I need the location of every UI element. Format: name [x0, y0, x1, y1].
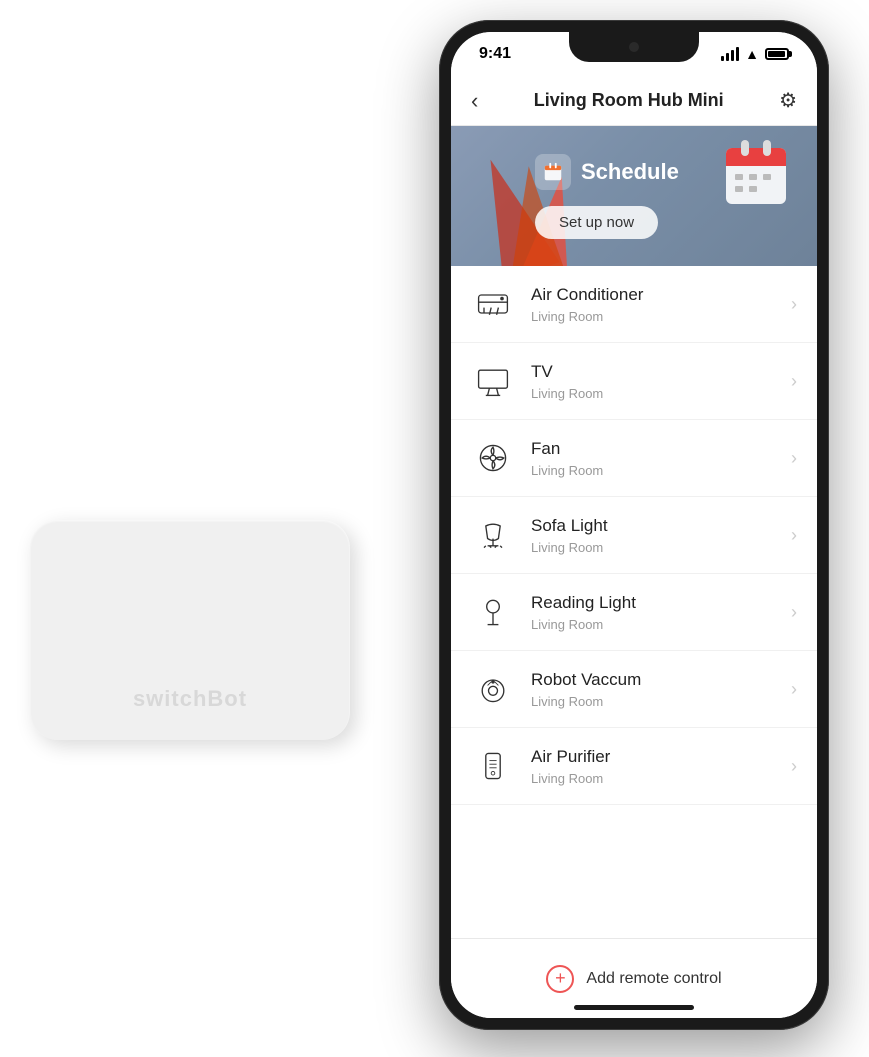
settings-button[interactable]: ⚙ — [779, 88, 797, 113]
device-list: Air Conditioner Living Room › — [451, 266, 817, 938]
device-name: Reading Light — [531, 592, 775, 614]
hub-device: switchBot — [30, 520, 350, 740]
device-info: Robot Vaccum Living Room — [531, 669, 775, 708]
ac-icon — [475, 286, 511, 322]
device-room: Living Room — [531, 617, 775, 632]
robot-icon-wrap — [471, 667, 515, 711]
fan-icon-wrap — [471, 436, 515, 480]
setup-now-button[interactable]: Set up now — [535, 206, 658, 239]
signal-icon — [721, 47, 739, 61]
calendar-decoration — [721, 136, 801, 216]
status-time: 9:41 — [479, 45, 511, 63]
device-name: Robot Vaccum — [531, 669, 775, 691]
device-name: Fan — [531, 438, 775, 460]
device-name: TV — [531, 361, 775, 383]
device-room: Living Room — [531, 386, 775, 401]
back-button[interactable]: ‹ — [471, 88, 478, 114]
ac-icon-wrap — [471, 282, 515, 326]
tv-icon-wrap — [471, 359, 515, 403]
calendar-small-icon — [542, 161, 564, 183]
sofalight-icon-wrap — [471, 513, 515, 557]
status-icons: ▲ — [721, 46, 789, 62]
sofa-light-icon — [475, 517, 511, 553]
calendar-decoration-icon — [721, 136, 801, 216]
schedule-banner: Schedule Set up now — [451, 126, 817, 266]
notch — [569, 32, 699, 62]
list-item[interactable]: Air Conditioner Living Room › — [451, 266, 817, 343]
device-room: Living Room — [531, 771, 775, 786]
battery-fill — [768, 51, 785, 57]
scene: switchBot 9:41 ▲ — [0, 0, 869, 1057]
chevron-icon: › — [791, 756, 797, 777]
device-info: Air Conditioner Living Room — [531, 284, 775, 323]
page-title: Living Room Hub Mini — [534, 90, 724, 111]
list-item[interactable]: Air Purifier Living Room › — [451, 728, 817, 805]
list-item[interactable]: Robot Vaccum Living Room › — [451, 651, 817, 728]
tv-icon — [475, 363, 511, 399]
chevron-icon: › — [791, 525, 797, 546]
chevron-icon: › — [791, 371, 797, 392]
device-room: Living Room — [531, 694, 775, 709]
list-item[interactable]: TV Living Room › — [451, 343, 817, 420]
signal-bar-2 — [726, 53, 729, 61]
device-name: Air Conditioner — [531, 284, 775, 306]
device-name: Sofa Light — [531, 515, 775, 537]
reading-light-icon — [475, 594, 511, 630]
hub-brand-label: switchBot — [133, 686, 247, 712]
device-info: TV Living Room — [531, 361, 775, 400]
device-name: Air Purifier — [531, 746, 775, 768]
chevron-icon: › — [791, 294, 797, 315]
schedule-content: Schedule Set up now — [535, 154, 679, 239]
wifi-icon: ▲ — [745, 46, 759, 62]
air-purifier-icon — [475, 748, 511, 784]
device-info: Air Purifier Living Room — [531, 746, 775, 785]
battery-icon — [765, 48, 789, 60]
schedule-label: Schedule — [581, 159, 679, 185]
signal-bar-1 — [721, 56, 724, 61]
device-info: Sofa Light Living Room — [531, 515, 775, 554]
add-remote-label: Add remote control — [586, 970, 721, 988]
schedule-label-row: Schedule — [535, 154, 679, 190]
home-indicator — [574, 1005, 694, 1010]
readinglight-icon-wrap — [471, 590, 515, 634]
chevron-icon: › — [791, 602, 797, 623]
notch-dot — [629, 42, 639, 52]
chevron-icon: › — [791, 679, 797, 700]
robot-vacuum-icon — [475, 671, 511, 707]
device-room: Living Room — [531, 463, 775, 478]
list-item[interactable]: Fan Living Room › — [451, 420, 817, 497]
phone-frame: 9:41 ▲ ‹ Living Room Hub — [439, 20, 829, 1030]
signal-bar-3 — [731, 50, 734, 61]
schedule-icon — [535, 154, 571, 190]
signal-bar-4 — [736, 47, 739, 61]
device-room: Living Room — [531, 540, 775, 555]
device-info: Reading Light Living Room — [531, 592, 775, 631]
chevron-icon: › — [791, 448, 797, 469]
phone-screen: 9:41 ▲ ‹ Living Room Hub — [451, 32, 817, 1018]
list-item[interactable]: Reading Light Living Room › — [451, 574, 817, 651]
device-room: Living Room — [531, 309, 775, 324]
app-header: ‹ Living Room Hub Mini ⚙ — [451, 76, 817, 126]
fan-icon — [475, 440, 511, 476]
purifier-icon-wrap — [471, 744, 515, 788]
device-info: Fan Living Room — [531, 438, 775, 477]
list-item[interactable]: Sofa Light Living Room › — [451, 497, 817, 574]
add-remote-icon: + — [546, 965, 574, 993]
